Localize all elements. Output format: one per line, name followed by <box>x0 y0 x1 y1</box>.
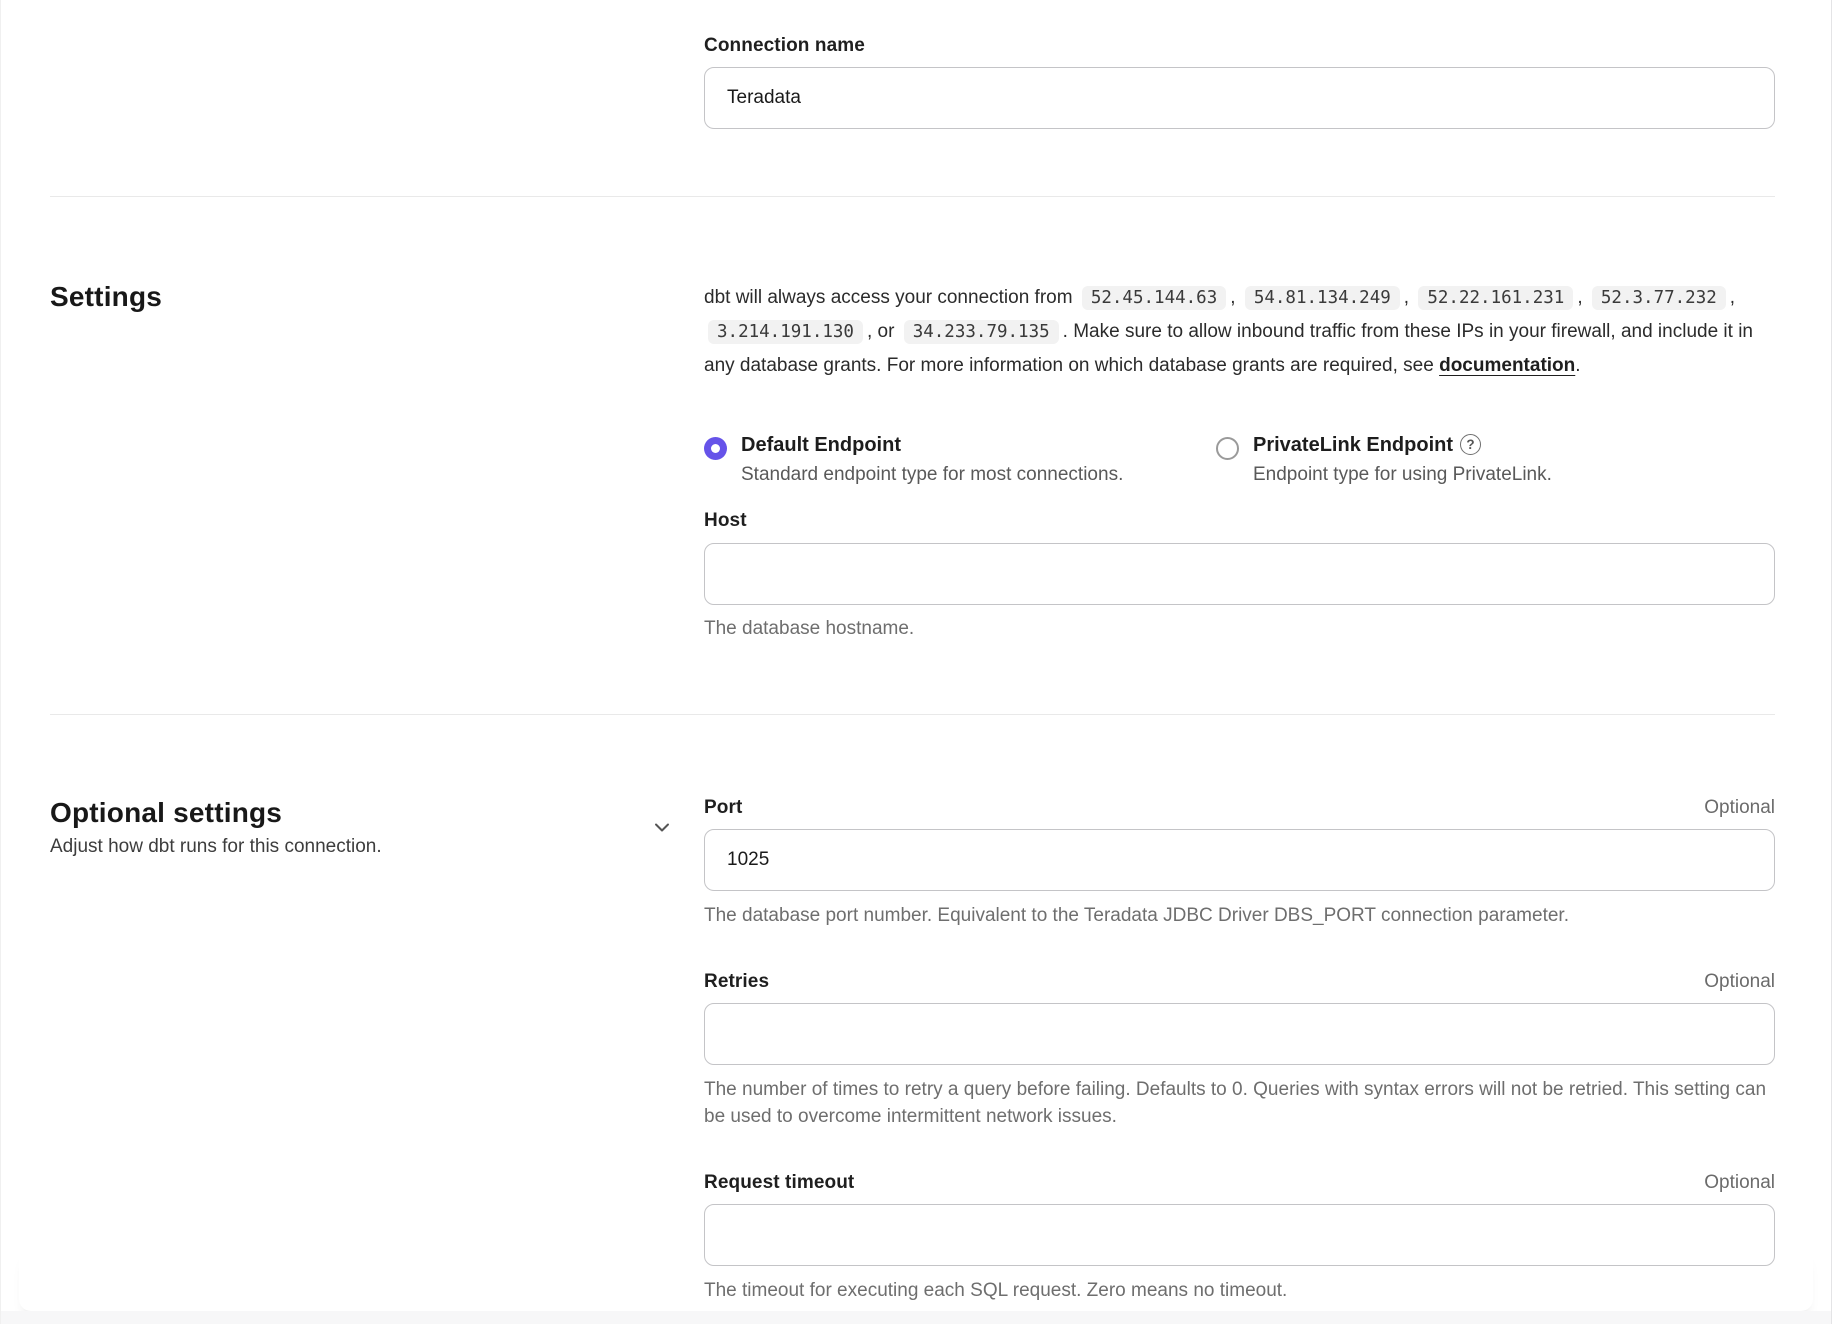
request-timeout-label: Request timeout <box>704 1172 854 1194</box>
ip-separator: , <box>1730 287 1735 308</box>
privatelink-endpoint-description: Endpoint type for using PrivateLink. <box>1253 464 1552 486</box>
retries-field: Retries Optional The number of times to … <box>704 971 1775 1130</box>
collapse-toggle-button[interactable] <box>650 815 674 839</box>
port-helper-text: The database port number. Equivalent to … <box>704 902 1775 929</box>
optional-badge: Optional <box>1704 797 1775 819</box>
host-input[interactable] <box>704 543 1775 605</box>
host-helper-text: The database hostname. <box>704 615 1775 642</box>
optional-badge: Optional <box>1704 1172 1775 1194</box>
ip-separator: , or <box>867 321 894 342</box>
host-field: Host The database hostname. <box>704 510 1775 642</box>
default-endpoint-radio[interactable] <box>704 437 727 460</box>
request-timeout-field: Request timeout Optional The timeout for… <box>704 1172 1775 1304</box>
chevron-down-icon <box>650 815 674 839</box>
port-label: Port <box>704 797 742 819</box>
ip-paragraph-intro: dbt will always access your connection f… <box>704 287 1073 308</box>
connection-name-section: Connection name <box>50 35 1775 196</box>
default-endpoint-label: Default Endpoint <box>741 434 901 456</box>
optional-badge: Optional <box>1704 971 1775 993</box>
ip-chip: 52.3.77.232 <box>1592 286 1726 310</box>
ip-chip: 34.233.79.135 <box>904 320 1059 344</box>
endpoint-type-radio-group: Default Endpoint Standard endpoint type … <box>704 434 1775 486</box>
settings-section: Settings dbt will always access your con… <box>50 197 1775 714</box>
default-endpoint-description: Standard endpoint type for most connecti… <box>741 464 1123 486</box>
retries-label: Retries <box>704 971 769 993</box>
host-label: Host <box>704 510 1775 532</box>
settings-heading: Settings <box>50 281 704 313</box>
retries-input[interactable] <box>704 1003 1775 1065</box>
optional-settings-section: Optional settings Adjust how dbt runs fo… <box>50 715 1775 1324</box>
ip-chip: 3.214.191.130 <box>708 320 863 344</box>
privatelink-endpoint-radio[interactable] <box>1216 437 1239 460</box>
connection-name-label: Connection name <box>704 35 1775 57</box>
ip-paragraph-end: . <box>1575 355 1580 376</box>
ip-separator: , <box>1230 287 1235 308</box>
privatelink-endpoint-option[interactable]: PrivateLink Endpoint? Endpoint type for … <box>1216 434 1552 486</box>
retries-helper-text: The number of times to retry a query bef… <box>704 1076 1775 1130</box>
connection-settings-page: Connection name Settings dbt will always… <box>0 0 1832 1324</box>
help-icon[interactable]: ? <box>1460 434 1481 455</box>
optional-settings-heading: Optional settings <box>50 797 650 829</box>
request-timeout-helper-text: The timeout for executing each SQL reque… <box>704 1277 1775 1304</box>
ip-chip: 52.22.161.231 <box>1418 286 1573 310</box>
ip-separator: , <box>1404 287 1409 308</box>
connection-name-input[interactable] <box>704 67 1775 129</box>
port-field: Port Optional The database port number. … <box>704 797 1775 929</box>
ip-separator: , <box>1577 287 1582 308</box>
optional-settings-subheading: Adjust how dbt runs for this connection. <box>50 836 650 858</box>
request-timeout-input[interactable] <box>704 1204 1775 1266</box>
privatelink-endpoint-label: PrivateLink Endpoint <box>1253 434 1453 456</box>
ip-chip: 54.81.134.249 <box>1245 286 1400 310</box>
default-endpoint-option[interactable]: Default Endpoint Standard endpoint type … <box>704 434 1216 486</box>
port-input[interactable] <box>704 829 1775 891</box>
ip-allowlist-paragraph: dbt will always access your connection f… <box>704 281 1775 382</box>
documentation-link[interactable]: documentation <box>1439 355 1575 376</box>
ip-chip: 52.45.144.63 <box>1082 286 1226 310</box>
